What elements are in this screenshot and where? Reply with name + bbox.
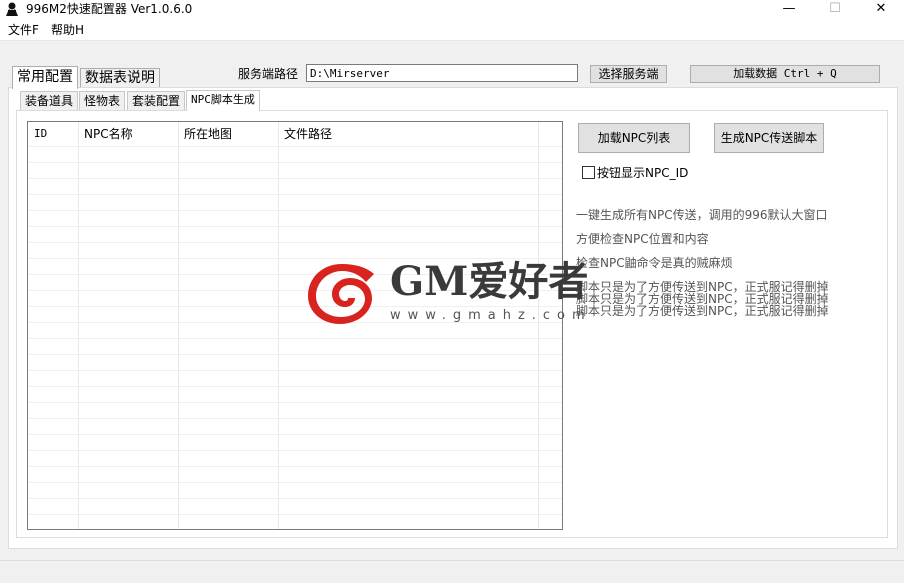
- table-row: [28, 434, 562, 435]
- tab-set-config[interactable]: 套装配置: [127, 91, 186, 111]
- table-row: [28, 162, 562, 163]
- table-row: [28, 498, 562, 499]
- tab-equipment-items[interactable]: 装备道具: [20, 91, 79, 111]
- choose-server-button[interactable]: 选择服务端: [590, 65, 667, 83]
- maximize-button[interactable]: ☐: [812, 0, 858, 20]
- brand-logo-icon: [308, 264, 374, 324]
- show-npc-id-label: 按钮显示NPC_ID: [597, 166, 689, 180]
- column-divider: [78, 122, 79, 529]
- tab-npc-script-generate[interactable]: NPC脚本生成: [186, 90, 260, 111]
- menu-help[interactable]: 帮助H: [51, 22, 84, 38]
- table-row: [28, 242, 562, 243]
- server-path-label: 服务端路径: [238, 67, 299, 81]
- column-header-id[interactable]: ID: [34, 126, 47, 142]
- table-row: [28, 210, 562, 211]
- table-row: [28, 146, 562, 147]
- tab-common-config[interactable]: 常用配置: [12, 66, 78, 89]
- watermark-url: www.gmahz.com: [390, 308, 592, 323]
- close-button[interactable]: ✕: [858, 0, 904, 20]
- column-header-file-path[interactable]: 文件路径: [284, 126, 332, 142]
- table-row: [28, 178, 562, 179]
- table-row: [28, 338, 562, 339]
- server-path-input[interactable]: D:\Mirserver: [306, 64, 578, 82]
- load-data-button[interactable]: 加载数据 Ctrl + Q: [690, 65, 880, 83]
- column-divider: [278, 122, 279, 529]
- table-header: ID NPC名称 所在地图 文件路径: [28, 122, 562, 146]
- column-divider: [178, 122, 179, 529]
- info-line: 一键生成所有NPC传送，调用的996默认大窗口: [576, 208, 828, 222]
- watermark: GM爱好者 www.gmahz.com: [304, 258, 604, 328]
- column-header-map[interactable]: 所在地图: [184, 126, 232, 142]
- menu-file[interactable]: 文件F: [8, 22, 39, 38]
- table-row: [28, 402, 562, 403]
- window-title: 996M2快速配置器 Ver1.0.6.0: [26, 2, 193, 16]
- table-row: [28, 514, 562, 515]
- load-npc-list-button[interactable]: 加载NPC列表: [578, 123, 690, 153]
- watermark-brand: GM爱好者: [390, 258, 589, 305]
- table-row: [28, 226, 562, 227]
- table-row: [28, 482, 562, 483]
- generate-npc-script-button[interactable]: 生成NPC传送脚本: [714, 123, 824, 153]
- table-row: [28, 354, 562, 355]
- table-row: [28, 194, 562, 195]
- info-line: 方便检查NPC位置和内容: [576, 232, 709, 246]
- tab-table-description[interactable]: 数据表说明: [80, 68, 160, 88]
- app-logo-icon: [6, 2, 18, 16]
- minimize-button[interactable]: —: [766, 0, 812, 20]
- title-bar: 996M2快速配置器 Ver1.0.6.0 — ☐ ✕: [0, 0, 904, 20]
- table-row: [28, 418, 562, 419]
- info-line: 脚本只是为了方便传送到NPC，正式服记得删掉: [576, 304, 829, 318]
- tab-monster-table[interactable]: 怪物表: [79, 91, 126, 111]
- table-row: [28, 466, 562, 467]
- menu-bar: 文件F 帮助H: [0, 20, 904, 41]
- status-bar: [0, 560, 904, 583]
- show-npc-id-checkbox[interactable]: [582, 166, 595, 179]
- column-header-npc-name[interactable]: NPC名称: [84, 126, 133, 142]
- table-row: [28, 386, 562, 387]
- table-row: [28, 370, 562, 371]
- table-row: [28, 450, 562, 451]
